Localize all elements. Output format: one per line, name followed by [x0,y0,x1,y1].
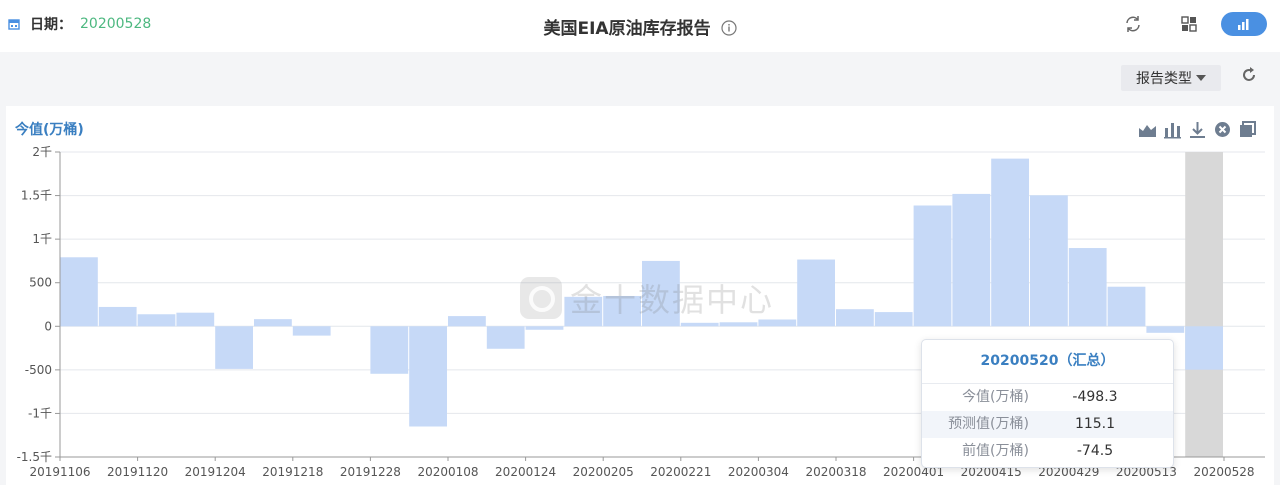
chart-tooltip: 20200520（汇总） 今值(万桶) -498.3 预测值(万桶) 115.1… [921,339,1174,468]
tooltip-row: 预测值(万桶) 115.1 [922,411,1173,438]
x-tick-label: 20200108 [417,465,478,479]
y-tick-label: 500 [29,276,52,290]
x-tick-label: 20200528 [1193,465,1254,479]
tooltip-title: 20200520（汇总） [922,340,1173,384]
x-tick-label: 20191204 [185,465,246,479]
bar [486,326,525,349]
x-tick-label: 20191106 [29,465,90,479]
bar [137,314,176,327]
watermark: 金十数据中心 [520,275,774,321]
bar [215,326,253,369]
tooltip-value: 115.1 [1074,416,1116,432]
bar [719,322,758,327]
bar [874,312,913,327]
x-tick-label: 20200205 [573,465,634,479]
bar [60,257,98,327]
x-tick-label: 20191228 [340,465,401,479]
tooltip-row: 前值(万桶) -74.5 [922,438,1173,465]
tooltip-label: 今值(万桶) [962,389,1029,405]
bar [1146,326,1185,333]
bar [952,193,991,327]
x-tick-label: 20191218 [262,465,323,479]
y-tick-label: 1千 [32,232,52,246]
y-tick-label: -1千 [28,406,52,420]
tooltip-value: -74.5 [1076,443,1114,459]
tooltip-row: 今值(万桶) -498.3 [922,384,1173,411]
bar [991,158,1029,327]
bar [680,322,719,327]
x-tick-label: 20191120 [107,465,168,479]
y-tick-label: -500 [25,363,52,377]
bar [913,205,952,327]
y-tick-label: 1.5千 [21,189,52,203]
tooltip-value: -498.3 [1072,389,1118,405]
bar [448,316,486,327]
y-tick-label: -1.5千 [17,450,52,464]
bar [176,312,215,327]
bar [98,306,137,327]
bar [836,309,874,327]
x-tick-label: 20200304 [728,465,789,479]
bar [370,326,409,374]
bar [525,326,564,330]
bar [1107,286,1146,327]
bar [797,259,835,327]
bar [292,326,331,336]
watermark-text: 金十数据中心 [570,281,775,319]
x-tick-label: 20200124 [495,465,556,479]
x-tick-label: 20200221 [650,465,711,479]
bar [1068,248,1107,327]
tooltip-label: 前值(万桶) [962,443,1029,459]
bar [409,326,447,427]
highlight-band [1185,152,1223,457]
x-tick-label: 20200318 [805,465,866,479]
bar [1030,195,1068,327]
tooltip-label: 预测值(万桶) [948,416,1029,432]
bar [254,319,292,327]
y-tick-label: 2千 [32,145,52,159]
bar [1185,326,1223,370]
watermark-logo-icon [520,277,562,319]
y-tick-label: 0 [44,319,52,333]
